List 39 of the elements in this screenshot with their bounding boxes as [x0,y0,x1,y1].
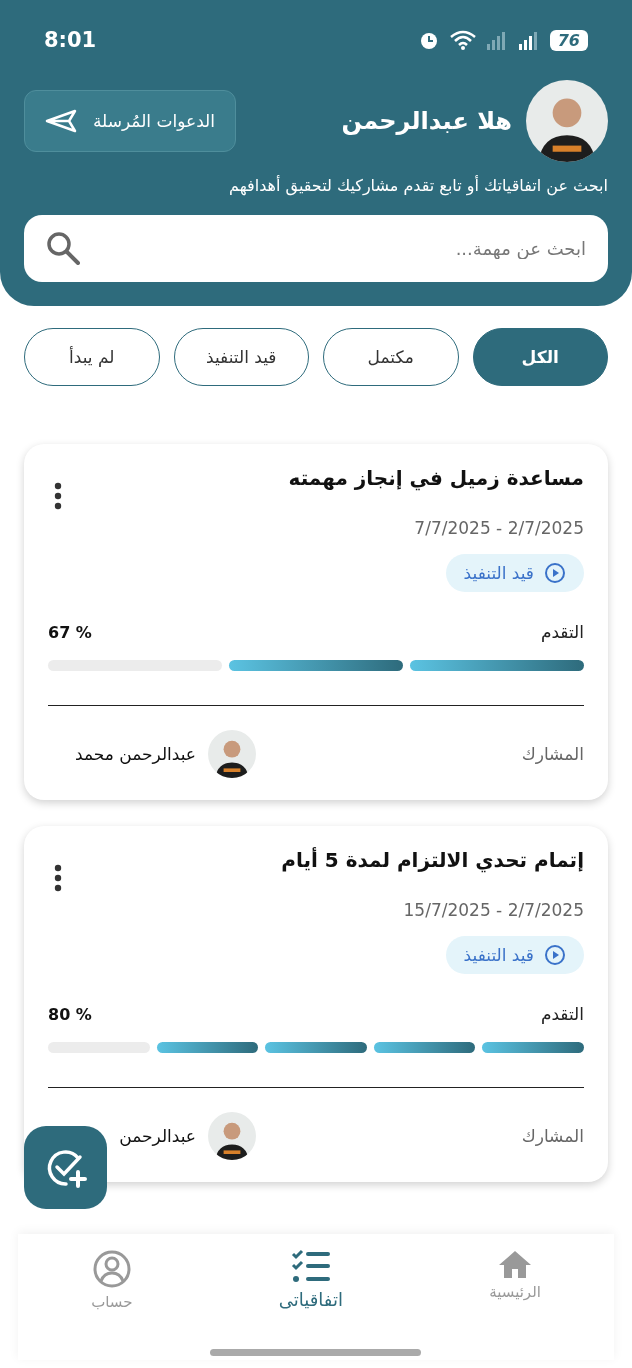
participant-name: عبدالرحمن محمد [75,744,196,764]
signal-icon [517,30,540,50]
checklist-icon [290,1249,331,1285]
status-text: قيد التنفيذ [463,563,534,583]
filter-tab[interactable]: قيد التنفيذ [173,328,309,386]
agreement-title: مساعدة زميل في إنجاز مهمته [288,466,584,490]
sent-invites-button[interactable]: الدعوات المُرسلة [24,90,236,152]
filter-tab[interactable]: مكتمل [323,328,459,386]
avatar [208,730,256,778]
add-agreement-button[interactable] [24,1126,107,1209]
agreement-title: إتمام تحدي الالتزام لمدة 5 أيام [281,848,584,872]
search-field[interactable]: ابحث عن مهمة... [24,215,608,282]
signal-icon [485,30,508,50]
avatar [208,1112,256,1160]
user-icon [91,1249,132,1289]
progress-percent: % 80 [48,1004,92,1024]
progress-label: التقدم [540,1004,584,1024]
nav-tab[interactable]: اتفاقياتى [272,1248,349,1318]
participant-label: المشارك [521,1126,584,1146]
greeting: هلا عبدالرحمن [341,107,512,135]
send-icon [45,109,77,133]
filter-tab[interactable]: لم يبدأ [24,328,160,386]
more-options-icon[interactable] [54,482,62,510]
wifi-icon [449,30,476,50]
play-icon [544,944,566,966]
date-range: 7/7/2025 - 2/7/2025 [413,518,584,538]
search-icon [46,231,80,265]
participant-label: المشارك [521,744,584,764]
date-range: 15/7/2025 - 2/7/2025 [402,900,584,920]
status-time: 8:01 [44,28,97,52]
participant-name: عبدالرحمن [119,1126,196,1146]
play-icon [544,562,566,584]
progress-percent: % 67 [48,622,92,642]
status-text: قيد التنفيذ [463,945,534,965]
battery-level: 76 [549,29,588,51]
filter-tab[interactable]: الكل [472,328,608,386]
subtitle: ابحث عن اتفاقياتك أو تابع تقدم مشاركيك لتحقيق أهدافهم [228,176,608,195]
progress-label: التقدم [540,622,584,642]
more-options-icon[interactable] [54,864,62,892]
